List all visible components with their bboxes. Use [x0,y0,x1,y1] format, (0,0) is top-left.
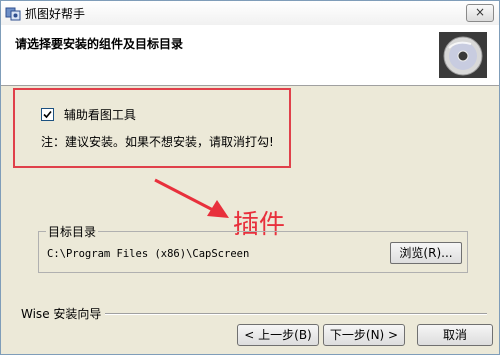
installer-window: 抓图好帮手 × 请选择要安装的组件及目标目录 辅助看图工具 注：建议安装。如果不… [0,0,500,355]
destination-path: C:\Program Files (x86)\CapScreen [47,248,250,260]
highlight-box [13,88,291,168]
install-note: 注：建议安装。如果不想安装，请取消打勾! [41,135,274,149]
installer-app-icon [5,5,21,21]
back-button[interactable]: < 上一步(B) [237,324,319,346]
component-label: 辅助看图工具 [63,108,136,122]
annotation-arrow-icon [154,178,229,218]
cancel-button[interactable]: 取消 [417,324,493,346]
cd-disc-icon [437,30,489,80]
destination-group: 目标目录 C:\Program Files (x86)\CapScreen 浏览… [38,223,468,273]
window-title: 抓图好帮手 [25,7,86,21]
wizard-label: Wise 安装向导 [21,305,106,322]
footer-divider [97,313,487,315]
title-bar: 抓图好帮手 × [1,1,499,26]
page-title: 请选择要安装的组件及目标目录 [15,37,184,51]
header-panel: 请选择要安装的组件及目标目录 [1,25,499,86]
browse-button[interactable]: 浏览(R)... [390,242,462,264]
content-panel: 辅助看图工具 注：建议安装。如果不想安装，请取消打勾! 插件 目标目录 C:\P… [1,86,499,354]
checkmark-icon [43,110,52,119]
component-checkbox[interactable] [41,108,54,121]
component-option[interactable]: 辅助看图工具 [41,106,136,123]
destination-legend: 目标目录 [46,223,99,240]
next-button[interactable]: 下一步(N) > [323,324,405,346]
close-button[interactable]: × [466,4,494,22]
